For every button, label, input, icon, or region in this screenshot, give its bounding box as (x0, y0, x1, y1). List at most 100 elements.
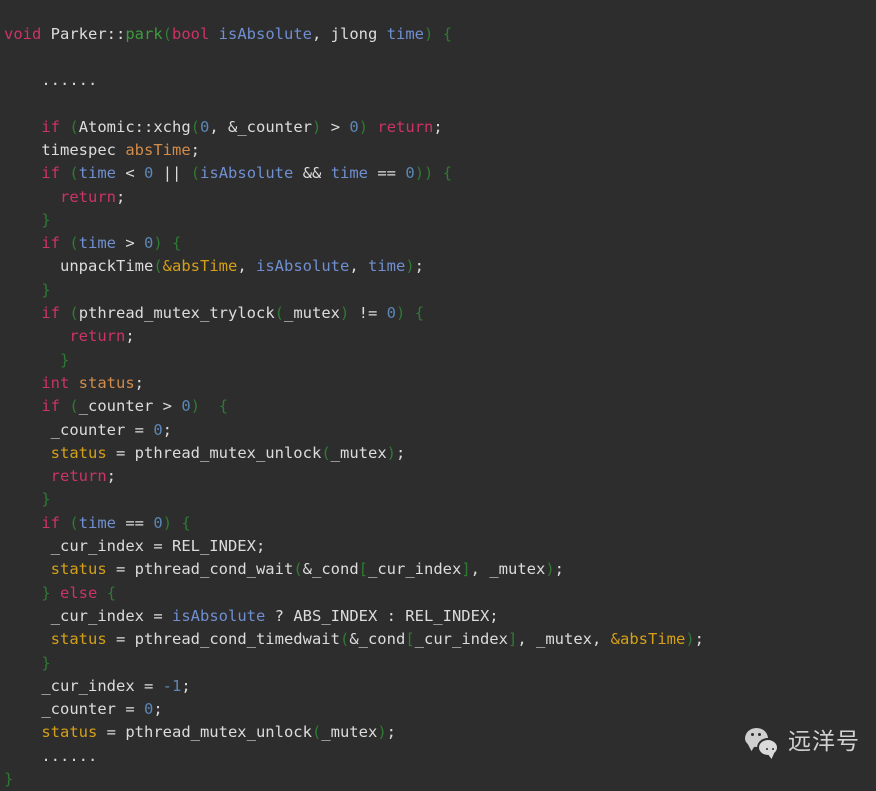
code-token: _counter = (51, 421, 154, 439)
code-token: ; (191, 141, 200, 159)
code-token (172, 514, 181, 532)
code-indent (4, 584, 41, 602)
code-token: 0 (200, 118, 209, 136)
code-line: timespec absTime; (4, 139, 876, 162)
code-token: { (219, 397, 228, 415)
code-token: isAbsolute (219, 25, 312, 43)
code-token (51, 584, 60, 602)
code-token: ; (125, 327, 134, 345)
code-token: return (51, 467, 107, 485)
code-line: status = pthread_mutex_unlock(_mutex); (4, 442, 876, 465)
code-token: else (60, 584, 97, 602)
code-token: ; (153, 700, 162, 718)
code-indent (4, 677, 41, 695)
code-line: } (4, 652, 876, 675)
code-token: } (60, 351, 69, 369)
code-indent (4, 374, 41, 392)
code-line: } else { (4, 582, 876, 605)
code-token: 0 (349, 118, 358, 136)
code-token: ; (116, 188, 125, 206)
code-token: = pthread_cond_timedwait (107, 630, 340, 648)
code-token: , _mutex (471, 560, 546, 578)
code-token: absTime (125, 141, 190, 159)
code-token: = pthread_mutex_unlock (107, 444, 322, 462)
code-token: ; (415, 257, 424, 275)
code-token: ; (396, 444, 405, 462)
code-line: if (_counter > 0) { (4, 395, 876, 418)
code-indent (4, 164, 41, 182)
code-token: if (41, 514, 60, 532)
code-token: bool (172, 25, 209, 43)
code-token (60, 304, 69, 322)
code-token: > (153, 397, 181, 415)
code-token: 0 (387, 304, 396, 322)
code-token: { (415, 304, 424, 322)
code-indent (4, 118, 41, 136)
code-line: } (4, 768, 876, 791)
code-indent (4, 723, 41, 741)
code-line: } (4, 209, 876, 232)
code-token: jlong (331, 25, 378, 43)
code-token: ) (545, 560, 554, 578)
code-line: } (4, 349, 876, 372)
code-token: status (51, 630, 107, 648)
code-token: &absTime (163, 257, 238, 275)
code-indent (4, 188, 60, 206)
code-line: return; (4, 465, 876, 488)
code-indent (4, 654, 41, 672)
code-line: unpackTime(&absTime, isAbsolute, time); (4, 255, 876, 278)
code-indent (4, 747, 41, 765)
code-token: ( (69, 514, 78, 532)
code-line: _counter = 0; (4, 419, 876, 442)
code-line: _counter = 0; (4, 698, 876, 721)
code-line: return; (4, 325, 876, 348)
code-token: ; (695, 630, 704, 648)
code-token: ) (405, 257, 414, 275)
code-token: ; (135, 374, 144, 392)
code-token: ) (312, 118, 321, 136)
code-indent (4, 397, 41, 415)
code-line: if (time < 0 || (isAbsolute && time == 0… (4, 162, 876, 185)
code-token (377, 25, 386, 43)
code-token: time (79, 164, 116, 182)
code-line: int status; (4, 372, 876, 395)
code-token: { (181, 514, 190, 532)
code-token: [ (405, 630, 414, 648)
code-line: if (pthread_mutex_trylock(_mutex) != 0) … (4, 302, 876, 325)
code-token: , _mutex, (517, 630, 610, 648)
code-token: , (237, 257, 256, 275)
code-token: time (368, 257, 405, 275)
code-indent (4, 514, 41, 532)
code-token: ; (181, 677, 190, 695)
code-token: &absTime (611, 630, 686, 648)
code-token: _cur_index = (41, 677, 162, 695)
code-token: && (293, 164, 330, 182)
code-token: ) (191, 397, 200, 415)
code-indent (4, 467, 51, 485)
code-token: return (60, 188, 116, 206)
code-indent (4, 700, 41, 718)
code-token: ) (387, 444, 396, 462)
code-token: 0 (405, 164, 414, 182)
watermark-label: 远洋号 (788, 731, 860, 754)
code-indent (4, 421, 51, 439)
code-token (405, 304, 414, 322)
code-token: -1 (163, 677, 182, 695)
code-token: if (41, 118, 60, 136)
code-token: != (349, 304, 386, 322)
code-token: ( (191, 118, 200, 136)
code-token: ) (340, 304, 349, 322)
code-token: ( (69, 118, 78, 136)
code-token: [ (359, 560, 368, 578)
code-token: , (349, 257, 368, 275)
code-indent (4, 141, 41, 159)
code-line: ...... (4, 69, 876, 92)
code-token: { (443, 25, 452, 43)
code-token: unpackTime (60, 257, 153, 275)
code-token: , &_counter (209, 118, 312, 136)
code-token (60, 164, 69, 182)
code-indent (4, 211, 41, 229)
code-token: _cur_index (415, 630, 508, 648)
code-token: ; (555, 560, 564, 578)
code-token: if (41, 164, 60, 182)
